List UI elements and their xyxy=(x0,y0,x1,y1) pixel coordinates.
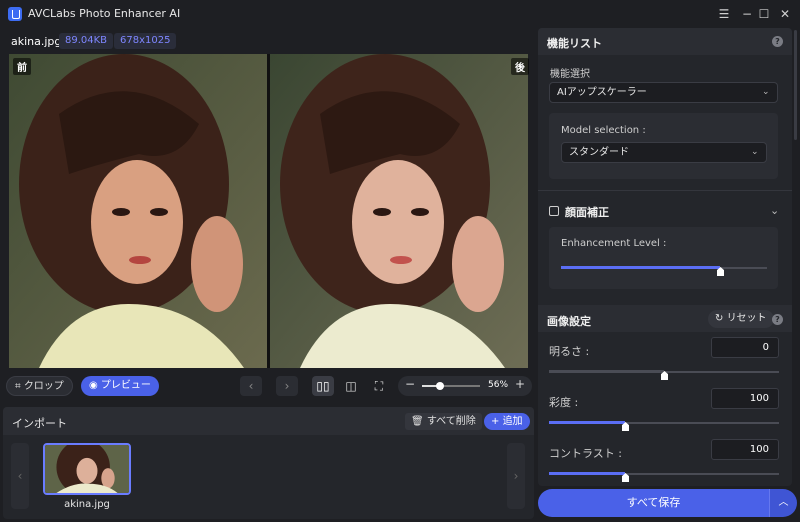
face-correction-checkbox[interactable] xyxy=(549,206,559,216)
chevron-down-icon[interactable]: ⌄ xyxy=(770,204,779,217)
thumbnail-card[interactable] xyxy=(43,443,131,495)
scrollbar-thumb[interactable] xyxy=(794,30,797,140)
enhancement-subpanel: Enhancement Level : xyxy=(549,227,778,289)
saturation-label: 彩度 : xyxy=(549,396,579,409)
fit-view-button[interactable]: ⛶ xyxy=(368,376,390,396)
plus-icon: + xyxy=(491,416,503,427)
close-icon[interactable]: ✕ xyxy=(777,6,793,22)
thumbnail-scroll-right-button[interactable]: › xyxy=(507,443,525,509)
brightness-slider-fill xyxy=(549,370,664,373)
side-by-side-view-button[interactable]: ▯▯ xyxy=(312,376,334,396)
image-preview[interactable]: 前 後 xyxy=(9,54,529,368)
chevron-right-icon: › xyxy=(513,469,519,483)
divider xyxy=(538,190,792,191)
previous-image-button[interactable]: ‹ xyxy=(240,376,262,396)
enhancement-slider-fill xyxy=(561,266,720,269)
next-image-button[interactable]: › xyxy=(276,376,298,396)
before-image xyxy=(9,54,267,368)
model-subpanel: Model selection : スタンダード ⌄ xyxy=(549,113,778,179)
contrast-input[interactable]: 100 xyxy=(711,439,779,460)
model-select-value: スタンダード xyxy=(569,147,629,158)
saturation-input[interactable]: 100 xyxy=(711,388,779,409)
feature-select-value: AIアップスケーラー xyxy=(557,87,647,98)
maximize-icon[interactable]: ☐ xyxy=(756,6,772,22)
settings-panel: 機能リスト ? 機能選択 AIアップスケーラー ⌄ Model selectio… xyxy=(538,28,792,486)
import-title: インポート xyxy=(12,417,67,430)
reset-label: リセット xyxy=(726,313,767,324)
side-by-side-icon: ▯▯ xyxy=(316,379,330,393)
add-label: 追加 xyxy=(502,416,523,427)
chevron-left-icon: ‹ xyxy=(17,469,23,483)
save-all-button[interactable]: すべて保存 xyxy=(538,489,769,517)
brightness-label: 明るさ : xyxy=(549,345,590,358)
app-title: AVCLabs Photo Enhancer AI xyxy=(28,7,181,20)
crop-button[interactable]: ⌗ クロップ xyxy=(6,376,73,396)
chevron-up-icon: ︿ xyxy=(778,497,789,508)
chevron-down-icon: ⌄ xyxy=(751,147,759,157)
model-select[interactable]: スタンダード ⌄ xyxy=(561,142,767,163)
split-view-button[interactable]: ◫ xyxy=(340,376,362,396)
feature-select[interactable]: AIアップスケーラー ⌄ xyxy=(549,82,778,103)
feature-select-label: 機能選択 xyxy=(550,69,590,80)
after-image xyxy=(270,54,528,368)
contrast-slider-fill xyxy=(549,472,625,475)
help-icon[interactable]: ? xyxy=(772,36,783,47)
brightness-input[interactable]: 0 xyxy=(711,337,779,358)
import-panel: インポート 🗑 すべて削除 + 追加 ‹ › akina.jpg xyxy=(3,407,534,519)
after-label: 後 xyxy=(511,58,529,75)
file-name: akina.jpg xyxy=(11,35,62,48)
crop-label: クロップ xyxy=(23,381,64,392)
menu-icon[interactable]: ☰ xyxy=(716,6,732,22)
reset-icon: ↻ xyxy=(715,313,727,324)
file-size-badge: 89.04KB xyxy=(59,33,114,49)
clear-all-button[interactable]: 🗑 すべて削除 xyxy=(405,413,482,430)
reset-button[interactable]: ↻ リセット xyxy=(708,310,774,328)
zoom-value: 56% xyxy=(488,380,509,390)
saturation-slider-fill xyxy=(549,421,625,424)
clear-all-label: すべて削除 xyxy=(426,416,476,427)
file-dimensions-badge: 678x1025 xyxy=(114,33,177,49)
save-options-button[interactable]: ︿ xyxy=(769,489,797,517)
zoom-control: − 56% + xyxy=(398,376,532,396)
eye-icon: ◉ xyxy=(89,380,101,391)
enhancement-level-label: Enhancement Level : xyxy=(561,238,667,249)
image-settings-title: 画像設定 xyxy=(547,315,591,328)
app-logo-icon xyxy=(8,7,22,21)
crop-icon: ⌗ xyxy=(15,381,24,392)
model-selection-label: Model selection : xyxy=(561,125,646,136)
minimize-icon[interactable]: − xyxy=(739,6,755,22)
feature-list-title: 機能リスト xyxy=(547,37,602,50)
chevron-down-icon: ⌄ xyxy=(762,87,770,97)
trash-icon: 🗑 xyxy=(411,416,427,427)
face-correction-label: 顔面補正 xyxy=(565,206,609,219)
zoom-out-icon[interactable]: − xyxy=(405,377,415,391)
thumbnail-scroll-left-button[interactable]: ‹ xyxy=(11,443,29,509)
zoom-in-icon[interactable]: + xyxy=(515,377,525,391)
help-icon[interactable]: ? xyxy=(772,314,783,325)
before-label: 前 xyxy=(13,58,31,75)
thumbnail-name: akina.jpg xyxy=(64,499,110,510)
preview-label: プレビュー xyxy=(100,380,151,391)
split-view-icon: ◫ xyxy=(345,379,357,393)
add-button[interactable]: + 追加 xyxy=(484,413,530,430)
contrast-label: コントラスト : xyxy=(549,447,622,460)
fit-screen-icon: ⛶ xyxy=(374,379,384,393)
preview-button[interactable]: ◉ プレビュー xyxy=(81,376,159,396)
zoom-slider-thumb[interactable] xyxy=(436,382,444,390)
